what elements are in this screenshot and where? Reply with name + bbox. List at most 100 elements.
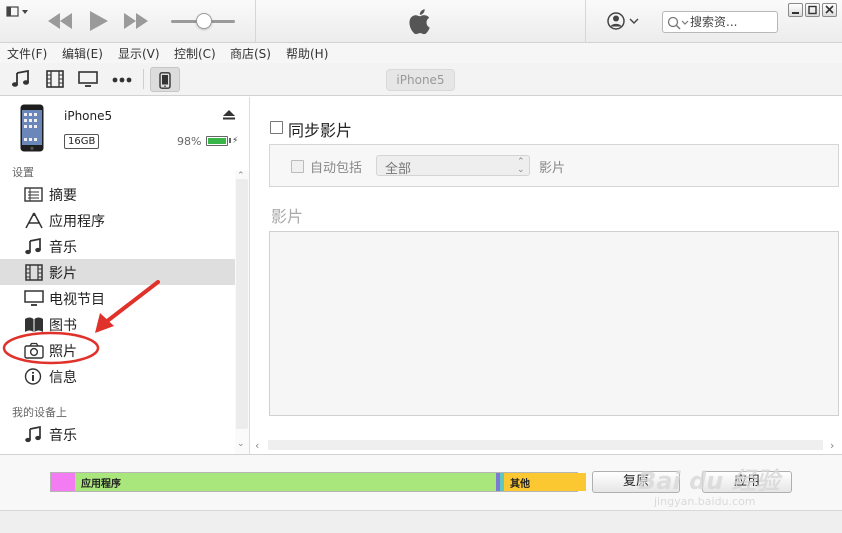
more-icon[interactable]	[111, 70, 133, 88]
menu-edit[interactable]: 编辑(E)	[62, 45, 103, 62]
info-icon	[24, 368, 44, 385]
search-box[interactable]	[662, 11, 778, 33]
auto-include-suffix: 影片	[539, 161, 566, 176]
device-button[interactable]	[150, 67, 180, 92]
scrollbar-thumb[interactable]	[236, 179, 248, 429]
device-name: iPhone5	[64, 109, 113, 123]
sidebar-item-label: 信息	[49, 370, 77, 386]
sidebar-item-label: 电视节目	[49, 292, 105, 308]
sidebar-item-device-music[interactable]: 音乐	[0, 421, 235, 447]
sidebar-item-movies[interactable]: 影片	[0, 259, 235, 285]
search-icon	[666, 15, 690, 31]
toolbar-divider	[143, 69, 144, 89]
window-menu-icon[interactable]	[6, 5, 30, 19]
sidebar-item-books[interactable]: 图书	[0, 311, 235, 337]
account-icon[interactable]	[606, 11, 640, 31]
media-toolbar: iPhone5	[0, 63, 842, 96]
auto-include-label: 自动包括	[310, 161, 363, 176]
summary-icon	[24, 186, 44, 203]
sidebar-item-label: 应用程序	[49, 214, 105, 230]
itunes-window: 文件(F) 编辑(E) 显示(V) 控制(C) 商店(S) 帮助(H) iPho…	[0, 0, 842, 533]
apple-logo-icon	[407, 6, 434, 37]
sidebar-item-label: 照片	[49, 344, 77, 360]
baidu-watermark: Bai du 经验 jingyan.baidu.com	[638, 455, 818, 515]
sidebar-item-music[interactable]: 音乐	[0, 233, 235, 259]
storage-capacity-bar: 应用程序 其他	[50, 472, 586, 492]
play-icon[interactable]	[89, 10, 109, 32]
film-icon	[24, 264, 44, 281]
previous-track-icon[interactable]	[47, 11, 73, 31]
scroll-right-icon[interactable]: ›	[830, 439, 834, 452]
menu-bar: 文件(F) 编辑(E) 显示(V) 控制(C) 商店(S) 帮助(H)	[0, 43, 842, 63]
storage-segment-label: 应用程序	[81, 479, 121, 490]
storage-segment-label: 其他	[510, 479, 530, 490]
maximize-button[interactable]	[805, 3, 820, 17]
book-icon	[24, 316, 44, 333]
watermark-text: Bai du 经验	[638, 467, 780, 495]
menu-help[interactable]: 帮助(H)	[286, 45, 328, 62]
minimize-button[interactable]	[788, 3, 803, 17]
sidebar-item-summary[interactable]: 摘要	[0, 181, 235, 207]
sidebar-item-label: 图书	[49, 318, 77, 334]
settings-section-title: 设置	[12, 166, 34, 179]
auto-include-select[interactable]: 全部 ⌃ ⌄	[376, 155, 530, 177]
storage-segment: 应用程序	[75, 473, 496, 491]
battery-tip	[229, 138, 231, 143]
next-track-icon[interactable]	[123, 11, 149, 31]
menu-store[interactable]: 商店(S)	[230, 45, 271, 62]
sidebar-item-label: 音乐	[49, 428, 77, 444]
sidebar-item-tv-shows[interactable]: 电视节目	[0, 285, 235, 311]
toolbar-divider	[585, 0, 586, 43]
watermark-url: jingyan.baidu.com	[654, 495, 756, 508]
search-input[interactable]	[690, 14, 776, 30]
device-sidebar: iPhone5 16GB 98% ⚡ 设置 摘要 应用程序 音乐 影片 电视节目	[0, 97, 250, 454]
sidebar-item-apps[interactable]: 应用程序	[0, 207, 235, 233]
auto-include-checkbox[interactable]	[291, 160, 304, 173]
storage-segment: 其他	[504, 473, 586, 491]
movies-settings-panel: 同步影片 自动包括 全部 ⌃ ⌄ 影片 影片 ‹ ›	[251, 97, 842, 454]
camera-icon	[24, 342, 44, 359]
sidebar-item-photos[interactable]: 照片	[0, 337, 235, 363]
film-icon[interactable]	[45, 70, 65, 88]
player-toolbar	[0, 0, 842, 43]
sync-movies-checkbox[interactable]	[270, 121, 283, 134]
toolbar-divider	[255, 0, 256, 43]
battery-icon	[206, 136, 228, 146]
music-icon	[24, 237, 44, 255]
scroll-left-icon[interactable]: ‹	[255, 439, 259, 452]
auto-include-select-value: 全部	[385, 162, 412, 177]
music-icon	[24, 425, 44, 443]
eject-icon[interactable]	[223, 109, 235, 120]
music-note-icon[interactable]	[11, 69, 31, 88]
device-capacity-badge: 16GB	[64, 134, 100, 149]
iphone-device-image	[20, 104, 44, 152]
sync-movies-label[interactable]: 同步影片	[288, 117, 352, 141]
sidebar-item-info[interactable]: 信息	[0, 363, 235, 389]
sidebar-item-label: 摘要	[49, 188, 77, 204]
auto-include-box: 自动包括 全部 ⌃ ⌄ 影片	[269, 144, 839, 187]
battery-percentage: 98%	[177, 135, 202, 148]
volume-slider-knob[interactable]	[196, 13, 212, 29]
chevron-updown-icon: ⌃ ⌄	[517, 157, 525, 175]
iphone-icon	[159, 72, 171, 89]
sidebar-scrollbar[interactable]: ⌃ ⌄	[235, 171, 249, 454]
movies-section-title: 影片	[271, 207, 304, 226]
tv-icon[interactable]	[78, 70, 98, 88]
movies-list[interactable]	[269, 231, 839, 416]
main-horizontal-scrollbar[interactable]: ‹ ›	[251, 437, 842, 453]
close-button[interactable]	[822, 3, 837, 17]
on-my-device-section-title: 我的设备上	[12, 406, 67, 419]
storage-segment	[51, 473, 75, 491]
charging-icon: ⚡	[232, 136, 239, 146]
menu-file[interactable]: 文件(F)	[7, 45, 47, 62]
tv-icon	[24, 290, 44, 307]
menu-controls[interactable]: 控制(C)	[174, 45, 216, 62]
battery-level-fill	[208, 138, 226, 144]
scrollbar-track[interactable]	[268, 440, 823, 450]
sidebar-item-label: 音乐	[49, 240, 77, 256]
device-name-pill[interactable]: iPhone5	[386, 69, 455, 91]
sidebar-item-label: 影片	[49, 266, 77, 282]
apps-icon	[24, 212, 44, 229]
menu-view[interactable]: 显示(V)	[118, 45, 160, 62]
scroll-down-icon[interactable]: ⌄	[237, 439, 245, 449]
